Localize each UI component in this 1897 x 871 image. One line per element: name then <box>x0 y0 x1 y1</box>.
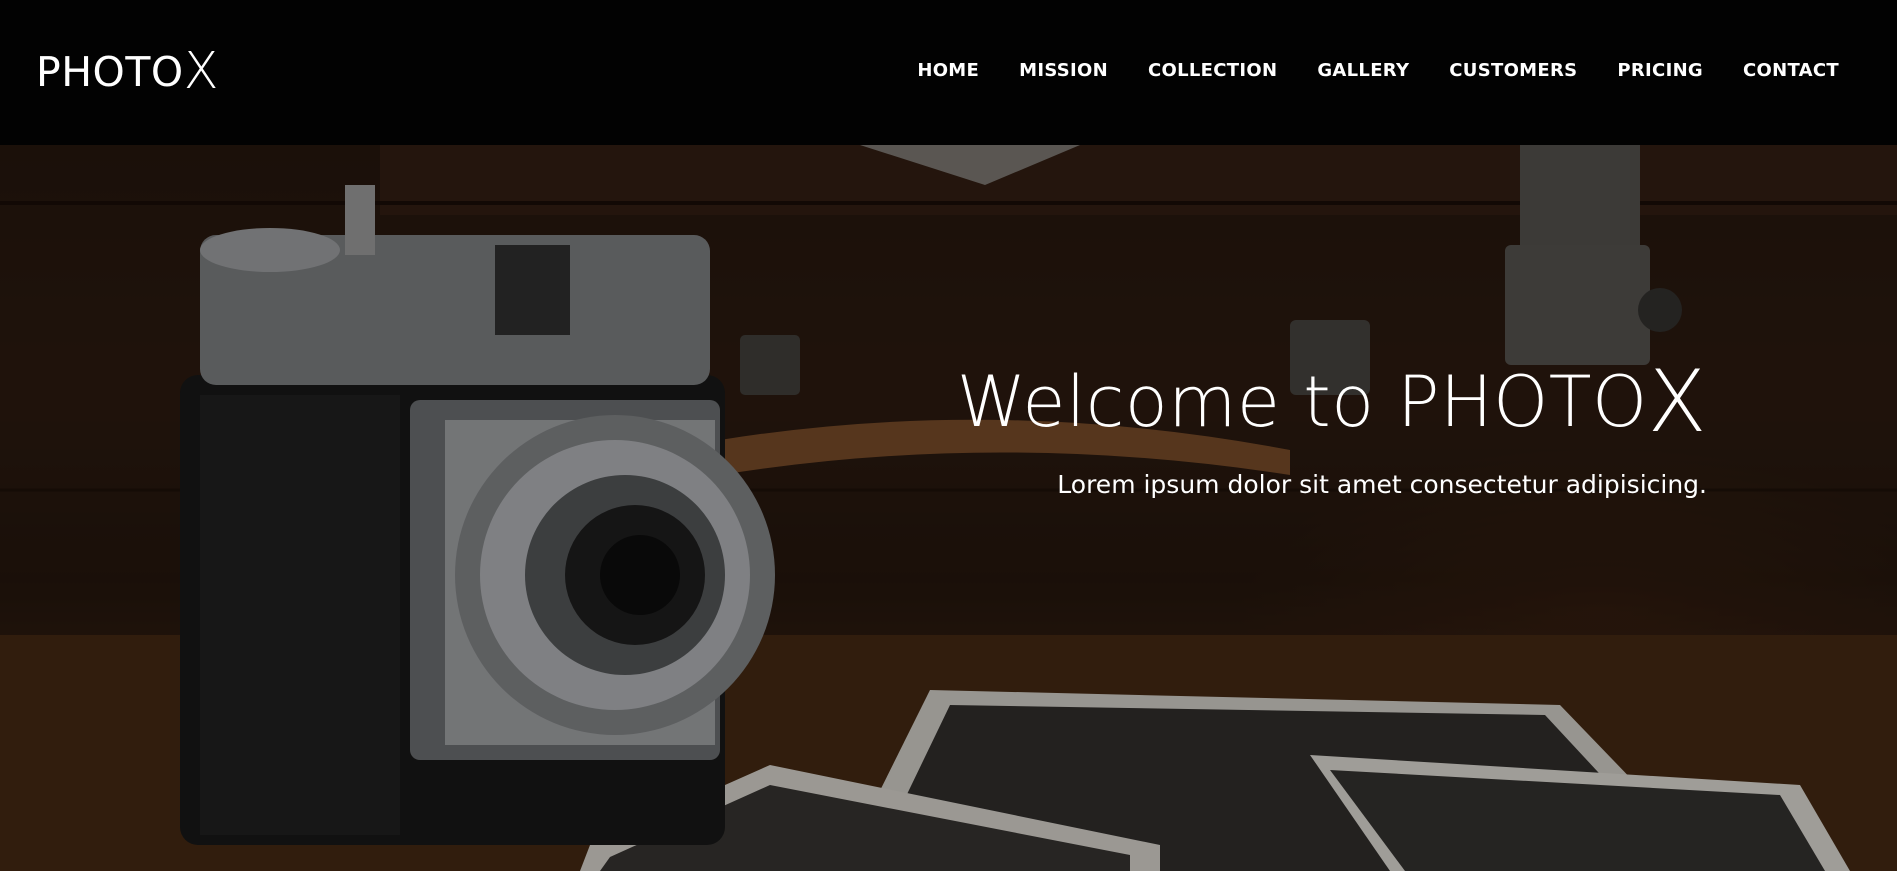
nav-link-pricing[interactable]: PRICING <box>1597 59 1723 83</box>
logo-text: PHOTO <box>36 48 184 96</box>
nav-link-home[interactable]: HOME <box>897 59 999 83</box>
site-logo[interactable]: PHOTO X <box>36 46 219 98</box>
hero-subtitle: Lorem ipsum dolor sit amet consectetur a… <box>1057 470 1707 499</box>
hero-dark-overlay <box>0 145 1897 871</box>
hero-section: Welcome to PHOTO X Lorem ipsum dolor sit … <box>0 145 1897 871</box>
site-header: PHOTO X HOME MISSION COLLECTION GALLERY C… <box>0 0 1897 145</box>
hero-title-accent: X <box>1647 352 1707 452</box>
main-navigation: HOME MISSION COLLECTION GALLERY CUSTOMER… <box>897 59 1839 83</box>
nav-link-mission[interactable]: MISSION <box>999 59 1128 83</box>
nav-link-contact[interactable]: CONTACT <box>1723 59 1839 83</box>
logo-accent: X <box>183 42 220 101</box>
nav-link-gallery[interactable]: GALLERY <box>1297 59 1429 83</box>
hero-title-text: Welcome to PHOTO <box>956 361 1648 443</box>
nav-link-customers[interactable]: CUSTOMERS <box>1429 59 1597 83</box>
hero-title: Welcome to PHOTO X <box>956 352 1707 452</box>
nav-link-collection[interactable]: COLLECTION <box>1128 59 1297 83</box>
